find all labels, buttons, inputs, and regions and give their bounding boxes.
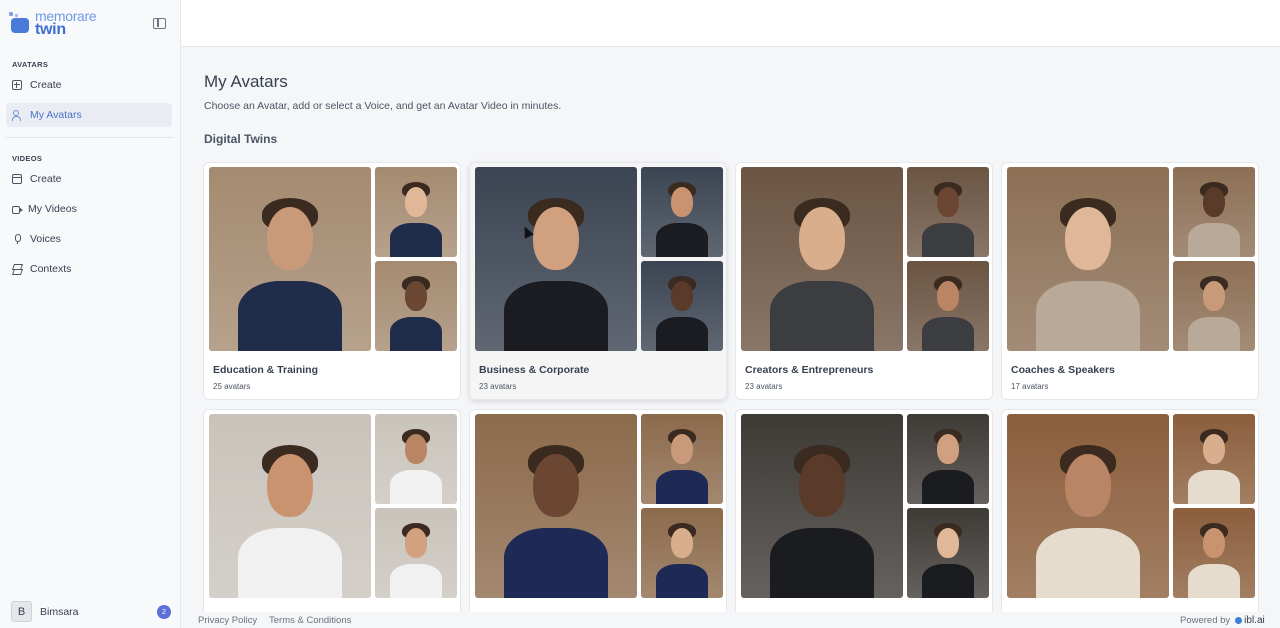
ibl-brand: ibl.ai (1244, 615, 1265, 626)
avatar-photo-thumb (907, 261, 989, 351)
avatar-photo-main (1007, 414, 1169, 598)
page-title: My Avatars (204, 72, 288, 91)
card-title: Business & Corporate (479, 364, 590, 376)
sidebar-item-my-avatars[interactable]: My Avatars (6, 103, 172, 127)
avatar-photo-thumb (375, 167, 457, 257)
avatar-photo-main (475, 414, 637, 598)
avatar-photo-thumb (907, 414, 989, 504)
avatar-photo-thumb (375, 261, 457, 351)
logo-text-bottom: twin (35, 21, 66, 38)
sidebar-toggle-icon[interactable] (153, 18, 166, 29)
sidebar-item-contexts[interactable]: Contexts (6, 257, 172, 281)
sidebar-item-label: My Videos (28, 203, 77, 215)
sidebar-item-voices[interactable]: Voices (6, 227, 172, 251)
avatar-photo-main (741, 167, 903, 351)
user-menu[interactable]: B Bimsara 2 (11, 601, 171, 622)
terms-link[interactable]: Terms & Conditions (269, 615, 351, 626)
avatar-photo-thumb (907, 167, 989, 257)
avatar-photo-thumb (1173, 167, 1255, 257)
avatar-photo-thumb (1173, 508, 1255, 598)
card-avatar-count: 17 avatars (1011, 382, 1049, 391)
plus-square-icon (12, 80, 22, 90)
sidebar-item-label: Contexts (30, 263, 72, 275)
ibl-logo: ibl.ai (1235, 615, 1265, 626)
avatar-category-card[interactable]: Business & Corporate 23 avatars (469, 162, 727, 400)
card-avatar-count: 25 avatars (213, 382, 251, 391)
avatar-photo-thumb (641, 261, 723, 351)
avatar-photo-thumb (641, 508, 723, 598)
sidebar-item-label: Create (30, 173, 62, 185)
avatar-photo-thumb (375, 414, 457, 504)
sidebar-item-my-videos[interactable]: My Videos (6, 197, 172, 221)
film-icon (12, 174, 22, 184)
top-bar (181, 0, 1280, 47)
card-title: Education & Training (213, 364, 319, 376)
avatar-photo-thumb (375, 508, 457, 598)
avatar-category-card[interactable] (203, 409, 461, 619)
video-icon (12, 205, 23, 214)
avatar-photo-thumb (1173, 261, 1255, 351)
avatar-photo-main (209, 414, 371, 598)
logo-icon (9, 12, 31, 34)
avatar: B (11, 601, 32, 622)
powered-by-label: Powered by (1180, 615, 1231, 626)
sidebar-item-label: My Avatars (30, 109, 82, 121)
page-subtitle: Choose an Avatar, add or select a Voice,… (204, 100, 562, 112)
avatar-category-card[interactable]: Education & Training 25 avatars (203, 162, 461, 400)
card-title: Coaches & Speakers (1011, 364, 1115, 376)
card-avatar-count: 23 avatars (479, 382, 517, 391)
layers-icon (12, 264, 22, 274)
avatar-photo-thumb (1173, 414, 1255, 504)
avatars-section-label: AVATARS (12, 60, 49, 69)
privacy-policy-link[interactable]: Privacy Policy (198, 615, 257, 626)
ibl-logo-icon (1235, 617, 1243, 624)
avatar-photo-thumb (907, 508, 989, 598)
avatar-photo-main (1007, 167, 1169, 351)
card-avatar-count: 23 avatars (745, 382, 783, 391)
powered-by[interactable]: Powered by ibl.ai (1180, 615, 1265, 626)
avatar-photo-main (475, 167, 637, 351)
sidebar-item-label: Voices (30, 233, 61, 245)
sidebar-item-create-avatar[interactable]: Create (6, 73, 172, 97)
user-name: Bimsara (40, 605, 79, 618)
app-logo[interactable]: memorare twin (9, 9, 97, 38)
avatar-photo-main (741, 414, 903, 598)
card-title: Creators & Entrepreneurs (745, 364, 874, 376)
avatar-category-card[interactable] (469, 409, 727, 619)
avatar-category-card[interactable]: Creators & Entrepreneurs 23 avatars (735, 162, 993, 400)
users-icon (12, 110, 22, 121)
avatar-category-card[interactable] (1001, 409, 1259, 619)
notification-badge[interactable]: 2 (157, 604, 171, 619)
mic-icon (12, 234, 22, 244)
sidebar-item-label: Create (30, 79, 62, 91)
sidebar: memorare twin AVATARS Create My Avatars … (0, 0, 181, 628)
videos-section-label: VIDEOS (12, 154, 43, 163)
sidebar-item-create-video[interactable]: Create (6, 167, 172, 191)
section-title: Digital Twins (204, 132, 278, 146)
avatar-category-card[interactable] (735, 409, 993, 619)
avatar-category-card[interactable]: Coaches & Speakers 17 avatars (1001, 162, 1259, 400)
avatar-photo-thumb (641, 414, 723, 504)
sidebar-divider (6, 137, 174, 138)
avatar-photo-thumb (641, 167, 723, 257)
avatar-photo-main (209, 167, 371, 351)
